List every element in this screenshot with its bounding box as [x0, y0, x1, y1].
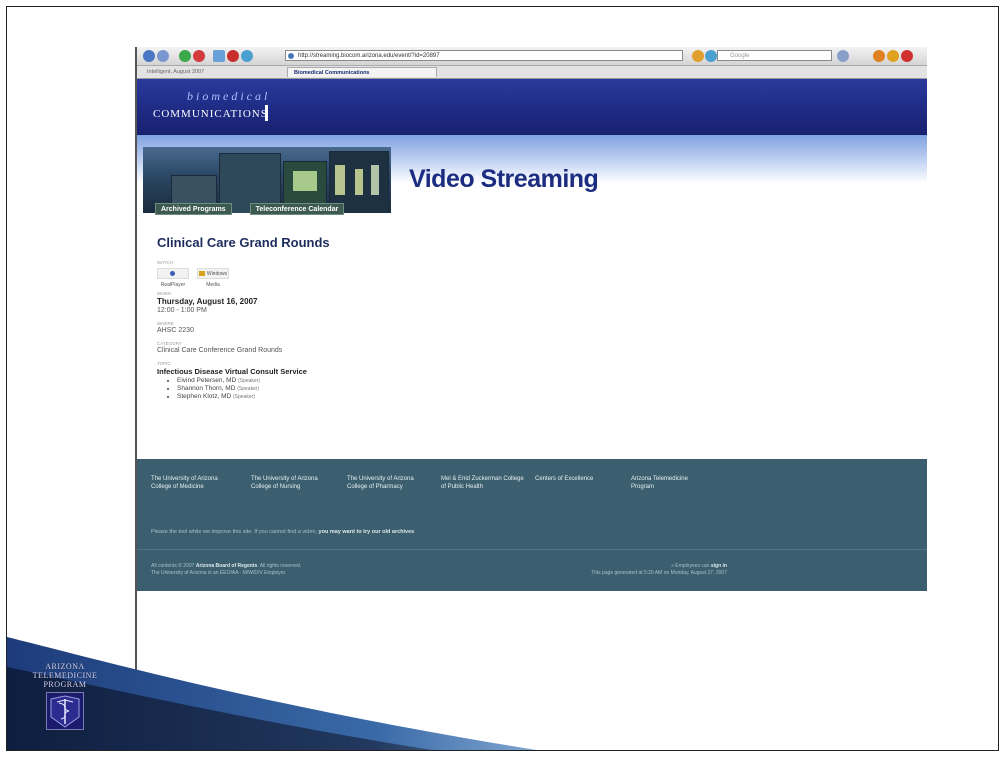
- address-text: http://streaming.biocom.arizona.edu/even…: [298, 53, 440, 59]
- footer-links: The University of Arizona College of Med…: [151, 475, 911, 515]
- realplayer-icon: [169, 271, 175, 277]
- speaker-list: Eivind Petersen, MD (Speaker) Shannon Th…: [157, 377, 517, 401]
- program-name-line: PROGRAM: [43, 680, 87, 689]
- old-archives-link[interactable]: you may want to try our old archives: [319, 529, 415, 535]
- event-time: 12:00 - 1:00 PM: [157, 307, 207, 314]
- event-category: Clinical Care Conference Grand Rounds: [157, 347, 283, 354]
- page-banner-title: Video Streaming: [409, 165, 599, 193]
- regents-link[interactable]: Arizona Board of Regents: [196, 563, 257, 569]
- tab-teleconference-calendar[interactable]: Teleconference Calendar: [249, 203, 345, 215]
- employees-text: » Employees can: [671, 563, 710, 569]
- tab-bar: Intelligent, August 2007 Biomedical Comm…: [137, 66, 927, 79]
- category-label: CATEGORY: [157, 341, 182, 346]
- eeo-statement: The University of Arizona is an EEO/AA -…: [151, 570, 287, 576]
- addon-icon[interactable]: [873, 50, 885, 62]
- event-details: Clinical Care Grand Rounds WATCH RealPla…: [157, 235, 517, 401]
- windows-media-button[interactable]: Windows Media: [197, 268, 229, 288]
- copyright: All contents © 2007 Arizona Board of Reg…: [151, 563, 301, 577]
- caduceus-emblem-icon: [46, 692, 84, 730]
- speaker-name: Eivind Petersen, MD: [177, 377, 237, 384]
- event-location: AHSC 2230: [157, 327, 194, 334]
- logo-biomedical[interactable]: biomedical: [187, 89, 270, 104]
- speaker-role: (Speaker): [238, 378, 261, 384]
- search-input[interactable]: Google: [717, 50, 832, 61]
- feed-icon[interactable]: [705, 50, 717, 62]
- stop-button-icon[interactable]: [193, 50, 205, 62]
- speaker-name: Shannon Thorn, MD: [177, 385, 236, 392]
- search-placeholder: Google: [730, 53, 750, 59]
- back-button-icon[interactable]: [143, 50, 155, 62]
- speaker-role: (Speaker): [233, 394, 255, 400]
- realplayer-label: RealPlayer: [160, 282, 186, 288]
- banner-tabs: Archived Programs Teleconference Calenda…: [155, 203, 345, 215]
- sign-in-link[interactable]: sign in: [711, 563, 727, 569]
- search-icon[interactable]: [837, 50, 849, 62]
- watch-label: WATCH: [157, 260, 173, 265]
- speaker-role: (Speaker): [237, 386, 260, 392]
- footer-link-public-health[interactable]: Mel & Enid Zuckerman College of Public H…: [441, 475, 525, 491]
- browser-toolbar: http://streaming.biocom.arizona.edu/even…: [137, 47, 927, 66]
- generated-time: This page generated at 5:20 AM on Monday…: [591, 570, 727, 576]
- program-logo: ARIZONA TELEMEDICINE PROGRAM: [25, 662, 105, 735]
- block-button-icon[interactable]: [227, 50, 239, 62]
- speaker-name: Stephen Klotz, MD: [177, 393, 232, 400]
- speaker-item: Shannon Thorn, MD (Speaker): [177, 385, 517, 393]
- slide-frame: http://streaming.biocom.arizona.edu/even…: [6, 6, 999, 751]
- tab-previous[interactable]: Intelligent, August 2007: [141, 67, 281, 77]
- watch-options: RealPlayer Windows Media: [157, 268, 517, 288]
- event-topic: Infectious Disease Virtual Consult Servi…: [157, 367, 307, 376]
- event-title: Clinical Care Grand Rounds: [157, 235, 330, 250]
- footer-note-text: Please the tool while we improve this si…: [151, 529, 318, 535]
- footer-divider: [137, 549, 927, 550]
- program-name-line: ARIZONA: [45, 662, 85, 671]
- footer-link-nursing[interactable]: The University of Arizona College of Nur…: [251, 475, 321, 491]
- footer-link-centers[interactable]: Centers of Excellence: [535, 475, 615, 483]
- tab-biomedical[interactable]: Biomedical Communications: [287, 67, 437, 77]
- program-name-line: TELEMEDICINE: [32, 671, 98, 680]
- footer-link-pharmacy[interactable]: The University of Arizona College of Pha…: [347, 475, 417, 491]
- site-header: biomedical COMMUNICATIONS: [137, 79, 927, 135]
- forward-button-icon[interactable]: [157, 50, 169, 62]
- site-footer: The University of Arizona College of Med…: [137, 459, 927, 591]
- logo-communications[interactable]: COMMUNICATIONS: [153, 108, 268, 120]
- footer-link-telemedicine[interactable]: Arizona Telemedicine Program: [631, 475, 711, 491]
- site-identity-icon: [288, 53, 294, 59]
- home-button-icon[interactable]: [213, 50, 225, 62]
- realplayer-button[interactable]: RealPlayer: [157, 268, 189, 288]
- bookmark-star-icon[interactable]: [692, 50, 704, 62]
- footer-link-medicine[interactable]: The University of Arizona College of Med…: [151, 475, 237, 491]
- event-date: Thursday, August 16, 2007: [157, 297, 258, 306]
- where-label: WHERE: [157, 321, 174, 326]
- tab-archived-programs[interactable]: Archived Programs: [155, 203, 232, 215]
- topic-label: TOPIC: [157, 361, 171, 366]
- sync-button-icon[interactable]: [241, 50, 253, 62]
- addon-icon[interactable]: [901, 50, 913, 62]
- addon-icon[interactable]: [887, 50, 899, 62]
- when-label: WHEN: [157, 291, 171, 296]
- footer-note: Please the tool while we improve this si…: [151, 529, 414, 535]
- windows-media-label: Windows Media: [206, 271, 228, 288]
- copyright-prefix: All contents © 2007: [151, 563, 195, 569]
- copyright-suffix: . All rights reserved.: [257, 563, 302, 569]
- reload-button-icon[interactable]: [179, 50, 191, 62]
- windows-media-icon: [198, 271, 205, 277]
- browser-window: http://streaming.biocom.arizona.edu/even…: [135, 47, 927, 687]
- speaker-item: Stephen Klotz, MD (Speaker): [177, 393, 517, 401]
- address-bar[interactable]: http://streaming.biocom.arizona.edu/even…: [285, 50, 683, 61]
- footer-status: » Employees can sign in This page genera…: [591, 563, 727, 577]
- speaker-item: Eivind Petersen, MD (Speaker): [177, 377, 517, 385]
- logo-bar-divider: [265, 105, 268, 121]
